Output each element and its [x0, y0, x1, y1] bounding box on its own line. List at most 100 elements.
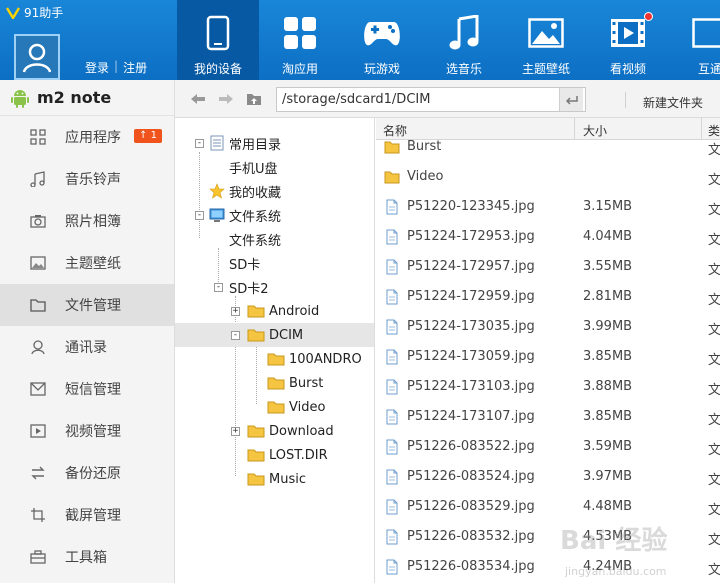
- new-folder-button[interactable]: 新建文件夹: [643, 94, 703, 111]
- tree-item-dcim[interactable]: - DCIM: [175, 323, 374, 347]
- common-dir-icon: [210, 135, 224, 151]
- login-link[interactable]: 登录: [85, 59, 109, 76]
- folder-row[interactable]: Video 文: [376, 162, 720, 192]
- tree-item-phone-storage[interactable]: 手机U盘: [175, 155, 374, 179]
- nav-music[interactable]: 选音乐: [423, 0, 505, 80]
- tree-item-music[interactable]: Music: [175, 467, 374, 491]
- file-row[interactable]: P51224-172957.jpg 3.55MB 文: [376, 252, 720, 282]
- image-file-icon: [386, 259, 398, 275]
- file-row[interactable]: P51224-173103.jpg 3.88MB 文: [376, 372, 720, 402]
- main-nav: 我的设备 淘应用 玩游戏 选音乐 主题壁纸 看视频 互通: [177, 0, 720, 80]
- tree-item-100andro[interactable]: 100ANDRO: [175, 347, 374, 371]
- file-row[interactable]: P51224-172959.jpg 2.81MB 文: [376, 282, 720, 312]
- sidebar-item-music[interactable]: 音乐铃声: [0, 158, 174, 200]
- tree-item-sdcard2[interactable]: - SD卡2: [175, 275, 374, 299]
- file-type: 文: [708, 383, 720, 398]
- file-row[interactable]: P51220-123345.jpg 3.15MB 文: [376, 192, 720, 222]
- file-row[interactable]: P51226-083529.jpg 4.48MB 文: [376, 492, 720, 522]
- avatar[interactable]: [14, 34, 60, 80]
- tree-item-favorites[interactable]: 我的收藏: [175, 179, 374, 203]
- nav-apps[interactable]: 淘应用: [259, 0, 341, 80]
- sidebar-item-video[interactable]: 视频管理: [0, 410, 174, 452]
- sidebar-item-contacts[interactable]: 通讯录: [0, 326, 174, 368]
- sidebar-item-file-manager[interactable]: 文件管理: [0, 284, 174, 326]
- device-header[interactable]: m2 note: [0, 80, 174, 116]
- file-size: 3.85MB: [583, 349, 633, 364]
- sidebar-item-toolbox[interactable]: 工具箱: [0, 536, 174, 578]
- up-folder-button[interactable]: [245, 90, 263, 108]
- collapse-toggle[interactable]: -: [214, 283, 223, 292]
- tree-item-common-dir[interactable]: - 常用目录: [175, 131, 374, 155]
- image-file-icon: [386, 469, 398, 485]
- path-input[interactable]: [277, 92, 559, 107]
- toolbox-icon: [29, 548, 47, 566]
- tree-label: Music: [269, 471, 306, 487]
- tree-item-android[interactable]: + Android: [175, 299, 374, 323]
- image-file-icon: [386, 529, 398, 545]
- app-title-bar: 91助手: [6, 4, 63, 21]
- sidebar-item-backup[interactable]: 备份还原: [0, 452, 174, 494]
- image-file-icon: [386, 439, 398, 455]
- path-go-button[interactable]: [559, 88, 583, 111]
- file-row[interactable]: P51224-173107.jpg 3.85MB 文: [376, 402, 720, 432]
- image-file-icon: [386, 199, 398, 215]
- folder-row[interactable]: Burst 文: [376, 132, 720, 162]
- nav-label: 看视频: [609, 62, 646, 76]
- collapse-toggle[interactable]: -: [195, 139, 204, 148]
- nav-my-device[interactable]: 我的设备: [177, 0, 259, 80]
- tree-item-video[interactable]: Video: [175, 395, 374, 419]
- picture-icon: [526, 13, 566, 53]
- file-row[interactable]: P51224-173059.jpg 3.85MB 文: [376, 342, 720, 372]
- register-link[interactable]: 注册: [123, 59, 147, 76]
- app-logo-icon: [6, 6, 20, 19]
- nav-exchange[interactable]: 互通: [669, 0, 720, 80]
- enter-icon: [565, 95, 578, 105]
- tree-item-filesystem-root[interactable]: 文件系统: [175, 227, 374, 251]
- sidebar-item-screenshot[interactable]: 截屏管理: [0, 494, 174, 536]
- sidebar-item-label: 照片相簿: [65, 214, 121, 230]
- back-button[interactable]: [189, 90, 207, 108]
- collapse-toggle[interactable]: -: [231, 331, 240, 340]
- expand-toggle[interactable]: +: [231, 307, 240, 316]
- nav-games[interactable]: 玩游戏: [341, 0, 423, 80]
- tree-item-burst[interactable]: Burst: [175, 371, 374, 395]
- nav-video[interactable]: 看视频: [587, 0, 669, 80]
- image-file-icon: [386, 409, 398, 425]
- computer-icon: [209, 208, 225, 222]
- sms-icon: [29, 380, 47, 398]
- file-size: 3.85MB: [583, 409, 633, 424]
- file-row[interactable]: P51224-173035.jpg 3.99MB 文: [376, 312, 720, 342]
- file-row[interactable]: P51226-083522.jpg 3.59MB 文: [376, 432, 720, 462]
- update-badge[interactable]: ↑ 1: [134, 129, 162, 143]
- file-name: P51224-172953.jpg: [407, 229, 535, 244]
- image-file-icon: [386, 499, 398, 515]
- tree-label: 文件系统: [229, 209, 282, 225]
- tree-label: Burst: [289, 375, 324, 391]
- file-type: 文: [708, 353, 720, 368]
- tree-item-filesystem[interactable]: - 文件系统: [175, 203, 374, 227]
- collapse-toggle[interactable]: -: [195, 211, 204, 220]
- tree-item-download[interactable]: + Download: [175, 419, 374, 443]
- nav-wallpaper[interactable]: 主题壁纸: [505, 0, 587, 80]
- tree-label: 手机U盘: [229, 161, 278, 177]
- file-row[interactable]: P51226-083524.jpg 3.97MB 文: [376, 462, 720, 492]
- file-name: P51224-173107.jpg: [407, 409, 535, 424]
- file-size: 3.99MB: [583, 319, 633, 334]
- nav-label: 主题壁纸: [521, 62, 570, 76]
- sidebar-item-apps[interactable]: 应用程序 ↑ 1: [0, 116, 174, 158]
- image-file-icon: [386, 559, 398, 575]
- file-type: 文: [708, 173, 720, 188]
- sidebar-item-label: 文件管理: [65, 298, 121, 314]
- image-file-icon: [386, 229, 398, 245]
- tree-item-sdcard[interactable]: SD卡: [175, 251, 374, 275]
- forward-button[interactable]: [217, 90, 235, 108]
- sidebar-item-photos[interactable]: 照片相簿: [0, 200, 174, 242]
- music-note-icon: [444, 13, 484, 53]
- top-header: 91助手 登录 | 注册 我的设备 淘应用 玩游戏 选音乐 主题壁纸 看视频 互…: [0, 0, 720, 80]
- sidebar-item-sms[interactable]: 短信管理: [0, 368, 174, 410]
- file-row[interactable]: P51224-172953.jpg 4.04MB 文: [376, 222, 720, 252]
- expand-toggle[interactable]: +: [231, 427, 240, 436]
- file-name: P51224-173035.jpg: [407, 319, 535, 334]
- sidebar-item-wallpaper[interactable]: 主题壁纸: [0, 242, 174, 284]
- tree-item-lost-dir[interactable]: LOST.DIR: [175, 443, 374, 467]
